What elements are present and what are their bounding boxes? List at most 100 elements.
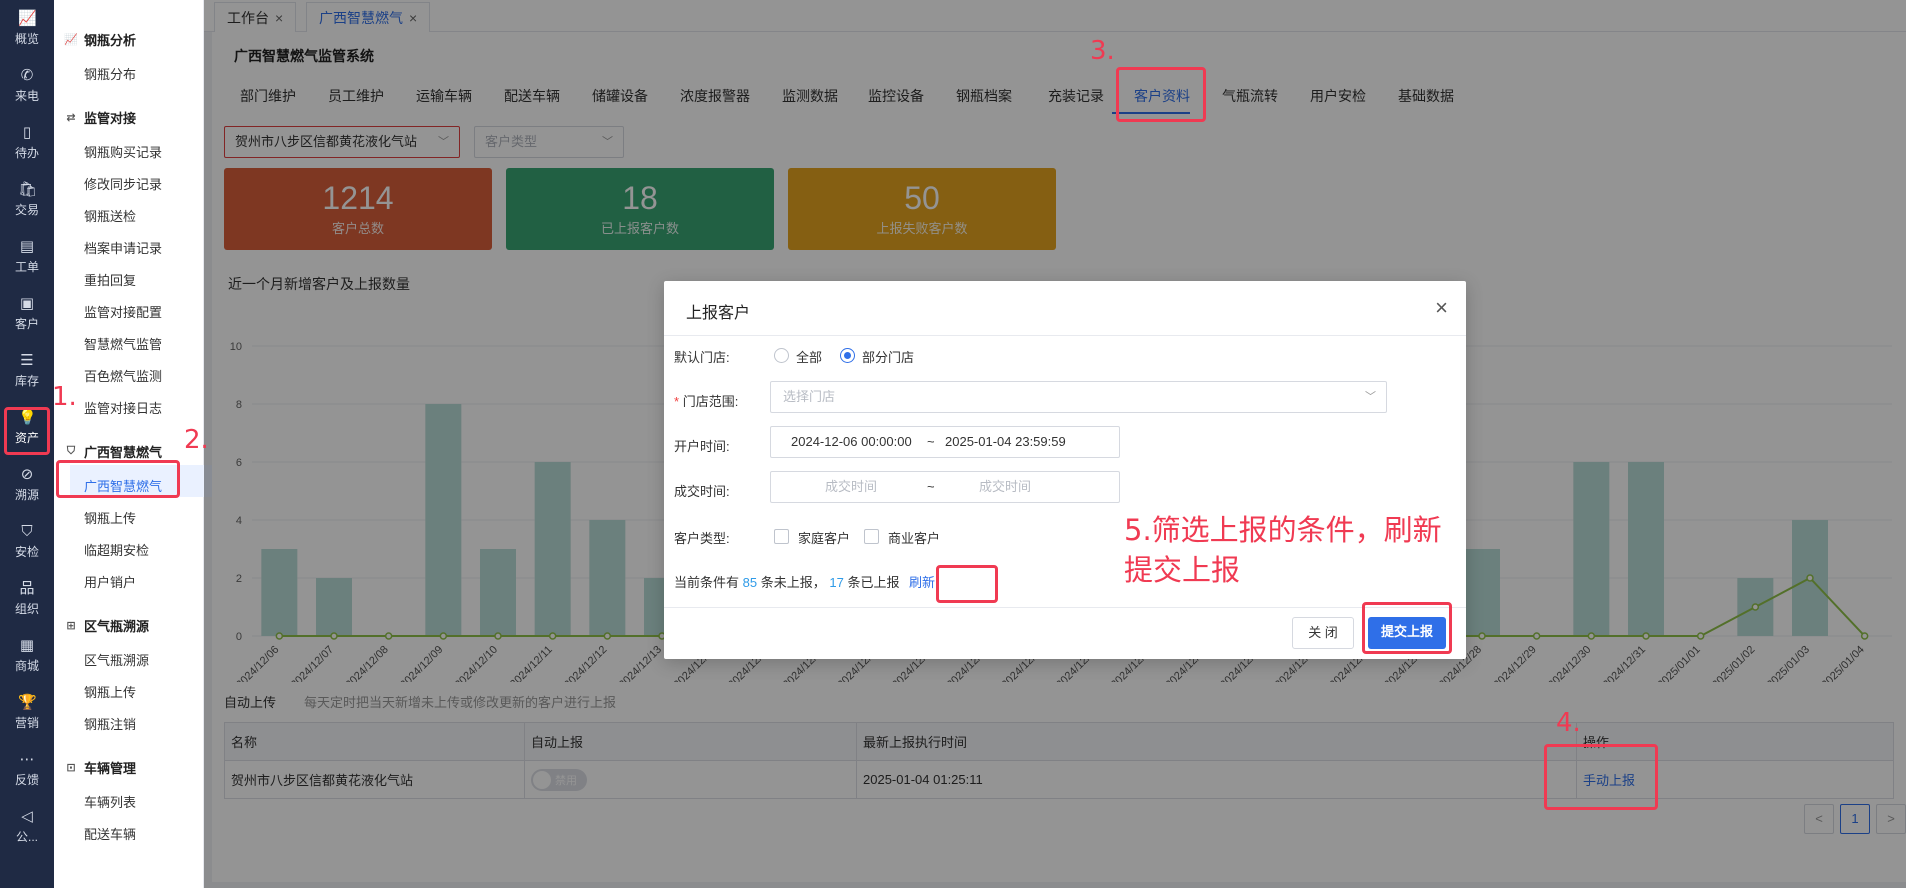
menu-item[interactable]: 修改同步记录 [84,174,162,193]
rail-label: 待办 [14,146,39,160]
menu-item[interactable]: 百色燃气监测 [84,366,162,385]
menu-group-3[interactable]: ⊞ 区气瓶溯源 [64,616,149,635]
menu-item[interactable]: 配送车辆 [84,824,136,843]
rail-item-0[interactable]: 📈 概览 [0,2,54,58]
menu-group-title: 广西智慧燃气 [84,445,163,460]
radio-part-label: 部分门店 [862,350,915,365]
rail-label: 商城 [14,659,39,673]
menu-item[interactable]: 钢瓶注销 [84,714,136,733]
refresh-link[interactable]: 刷新 [909,572,935,591]
report-customer-dialog: 上报客户 × 默认门店: 全部 部分门店 * 门店范围: 选择门店 ﹀ 开户时间… [664,281,1466,659]
menu-item[interactable]: 用户销户 [84,572,136,591]
rail-label: 库存 [14,374,39,388]
rail-item-11[interactable]: ▦ 商城 [0,629,54,685]
menu-group-icon: 📈 [64,34,78,46]
menu-group-4[interactable]: ⊡ 车辆管理 [64,758,136,777]
annotation-box-refresh [936,565,998,603]
menu-group-icon: ⊞ [66,620,76,632]
menu-group-1[interactable]: ⇄ 监管对接 [64,108,136,127]
annotation-number-4: 4. [1556,708,1581,738]
org-icon: 品 [19,580,35,597]
rail-label: 公... [15,830,38,844]
rail-item-14[interactable]: ◁ 公... [0,800,54,856]
annotation-box-3 [1116,67,1206,122]
annotation-box-4 [1544,744,1658,810]
menu-item[interactable]: 重拍回复 [84,270,136,289]
rail-item-10[interactable]: 品组织 [0,572,54,628]
rail-label: 客户 [14,317,39,331]
annotation-step5: 5.筛选上报的条件，刷新 提交上报 [1124,513,1442,587]
rail-item-4[interactable]: ▤ 工单 [0,230,54,286]
rail-item-9[interactable]: ⛉ 安检 [0,515,54,571]
annotation-box-1 [4,407,50,455]
menu-group-0[interactable]: 📈 钢瓶分析 [64,30,136,49]
menu-item[interactable]: 钢瓶上传 [84,682,136,701]
menu-item[interactable]: 钢瓶送检 [84,206,136,225]
rail-label: 工单 [14,260,39,274]
default-store-label: 默认门店: [674,350,730,365]
divider [664,335,1466,336]
rail-item-1[interactable]: ✆ 来电 [0,59,54,115]
rail-item-13[interactable]: ⋯ 反馈 [0,743,54,799]
deal-time-range[interactable]: 成交时间 ~ 成交时间 [770,471,1120,503]
open-end: 2025-01-04 23:59:59 [945,434,1066,449]
store-placeholder: 选择门店 [783,389,836,404]
compass-icon: ⊘ [20,466,34,483]
menu-item[interactable]: 钢瓶购买记录 [84,142,162,161]
store-icon: ▦ [19,637,35,654]
dialog-title: 上报客户 [686,305,751,322]
menu-item[interactable]: 监管对接日志 [84,398,162,417]
open-time-range[interactable]: 2024-12-06 00:00:00 ~ 2025-01-04 23:59:5… [770,426,1120,458]
store-range-select[interactable]: 选择门店 ﹀ [770,381,1387,413]
annotation-box-submit [1362,602,1452,654]
side-menu: 📈 钢瓶分析钢瓶分布 ⇄ 监管对接钢瓶购买记录 修改同步记录 钢瓶送检档案申请记录 重拍回复… [54,0,258,888]
rail-label: 反馈 [14,773,39,787]
report-status-text: 当前条件有 85 条未上报， 17 条已上报 [674,575,900,590]
todo-icon: ▯ [22,124,32,141]
annotation-number-3: 3. [1090,36,1115,66]
home-customer-label: 家庭客户 [798,531,851,546]
deal-time-label: 成交时间: [674,484,730,499]
phone-icon: ✆ [20,67,34,84]
not-reported-count: 85 [742,575,758,590]
rail-item-8[interactable]: ⊘ 溯源 [0,458,54,514]
rail-item-12[interactable]: 🏆 营销 [0,686,54,742]
rail-item-3[interactable]: 🛍 交易 [0,173,54,229]
menu-group-title: 车辆管理 [84,761,137,776]
business-customer-checkbox[interactable] [864,529,879,544]
menu-item[interactable]: 临超期安检 [84,540,149,559]
rail-label: 溯源 [14,488,39,502]
rail-item-6[interactable]: ☰ 库存 [0,344,54,400]
radio-part-stores[interactable] [840,348,855,363]
menu-group-2[interactable]: ⛉ 广西智慧燃气 [64,442,162,461]
range-separator: ~ [927,479,935,494]
open-time-label: 开户时间: [674,439,730,454]
home-customer-checkbox[interactable] [774,529,789,544]
menu-item[interactable]: 监管对接配置 [84,302,162,321]
rail-label: 来电 [14,89,39,103]
radio-all-label: 全部 [796,350,823,365]
menu-item[interactable]: 智慧燃气监管 [84,334,162,353]
rail-item-2[interactable]: ▯ 待办 [0,116,54,172]
rail-item-5[interactable]: ▣ 客户 [0,287,54,343]
annotation-number-1: 1. [52,382,77,412]
deal-start-placeholder: 成交时间 [825,479,878,494]
rail-label: 概览 [14,32,39,46]
menu-item[interactable]: 车辆列表 [84,792,136,811]
close-button[interactable]: 关 闭 [1292,617,1354,649]
menu-group-icon: ⛉ [66,445,76,457]
inventory-icon: ☰ [20,352,34,369]
shield-icon: ⛉ [21,523,33,540]
menu-group-title: 区气瓶溯源 [84,619,150,634]
id-card-icon: ▣ [19,295,35,312]
chart-line-icon: 📈 [18,10,37,27]
business-customer-label: 商业客户 [888,531,941,546]
menu-item[interactable]: 钢瓶分布 [84,64,136,83]
close-icon[interactable]: × [1435,295,1448,321]
chat-icon: ⋯ [19,751,35,768]
radio-all[interactable] [774,348,789,363]
menu-item[interactable]: 档案申请记录 [84,238,162,257]
menu-group-icon: ⊡ [66,762,76,774]
menu-item[interactable]: 钢瓶上传 [84,508,136,527]
menu-item[interactable]: 区气瓶溯源 [84,650,149,669]
